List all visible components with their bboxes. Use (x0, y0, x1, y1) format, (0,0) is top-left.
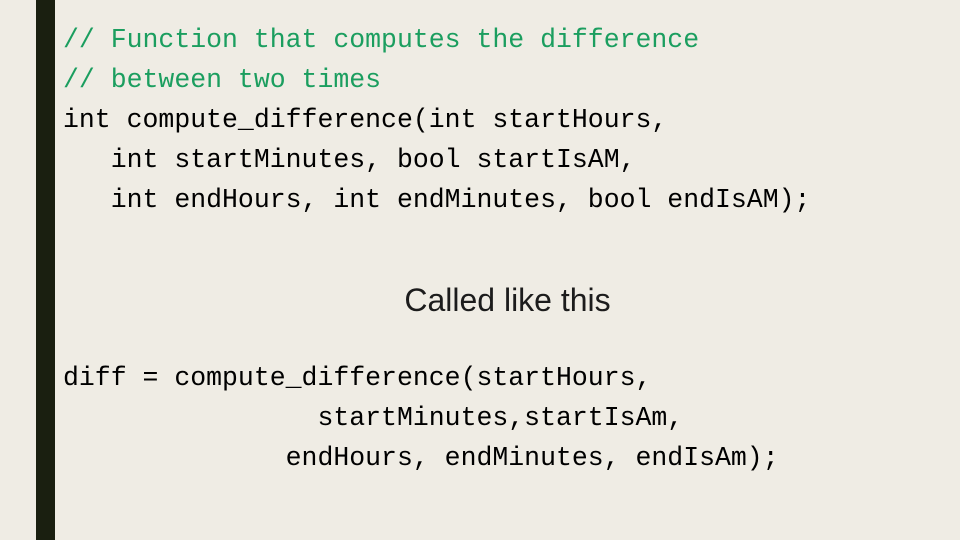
code-line-call-1: diff = compute_difference(startHours, (63, 363, 652, 393)
slide-canvas: // Function that computes the difference… (0, 0, 960, 540)
code-line-call-2: startMinutes,startIsAm, (63, 403, 684, 433)
code-line-declaration-1: int compute_difference(int startHours, (63, 105, 668, 135)
code-line-comment-1: // Function that computes the difference (63, 25, 700, 55)
code-line-comment-2: // between two times (63, 65, 382, 95)
function-call-code-block: diff = compute_difference(startHours, st… (63, 358, 779, 478)
code-line-declaration-3: int endHours, int endMinutes, bool endIs… (63, 185, 811, 215)
slide-content: // Function that computes the difference… (55, 0, 960, 540)
code-line-call-3: endHours, endMinutes, endIsAm); (63, 443, 779, 473)
code-line-declaration-2: int startMinutes, bool startIsAM, (63, 145, 636, 175)
function-declaration-code-block: // Function that computes the difference… (63, 20, 810, 220)
left-accent-bar (36, 0, 55, 540)
section-heading: Called like this (404, 282, 611, 318)
